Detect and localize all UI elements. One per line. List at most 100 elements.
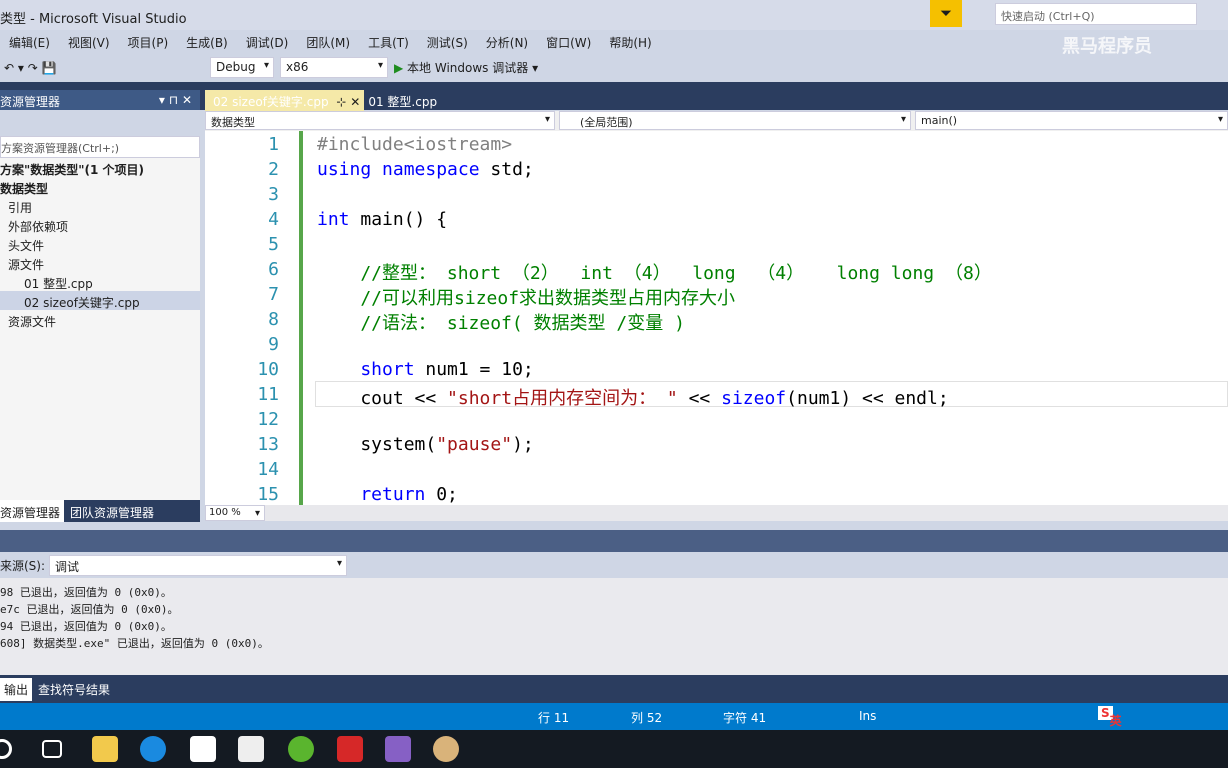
code-token: (num1) << endl; <box>786 388 949 409</box>
typora-icon[interactable] <box>238 736 264 762</box>
menu-item[interactable]: 团队(M) <box>297 30 359 52</box>
tree-item[interactable]: 外部依赖项 <box>0 215 200 234</box>
search-icon[interactable] <box>0 739 12 759</box>
solution-toolbar[interactable] <box>0 110 200 136</box>
code-token: "pause" <box>436 434 513 455</box>
menu-item[interactable]: 视图(V) <box>59 30 119 52</box>
paint-icon[interactable] <box>433 736 459 762</box>
code-line: #include<iostream> <box>317 134 512 155</box>
line-number: 4 <box>268 209 279 230</box>
toolbar-icons[interactable]: ↶ ▾ ↷ 💾 <box>4 61 204 75</box>
solution-search-input[interactable]: 方案资源管理器(Ctrl+;) <box>0 136 200 158</box>
navigation-bar: 数据类型 (全局范围) main() <box>205 111 1228 131</box>
line-number: 2 <box>268 159 279 180</box>
file-explorer-icon[interactable] <box>92 736 118 762</box>
code-line: //可以利用sizeof求出数据类型占用内存大小 <box>317 284 735 310</box>
code-token: sizeof <box>721 388 787 409</box>
menu-item[interactable]: 编辑(E) <box>0 30 59 52</box>
toolbar: ↶ ▾ ↷ 💾 Debug x86 ▶ 本地 Windows 调试器 ▾ <box>0 54 1228 81</box>
status-col: 列 52 <box>631 711 663 725</box>
tree-item[interactable]: 01 整型.cpp <box>0 272 200 291</box>
tab-solution[interactable]: 团队资源管理器 <box>70 500 156 522</box>
browser-icon[interactable] <box>140 736 166 762</box>
code-token: #include<iostream> <box>317 134 513 155</box>
close-icon[interactable]: ▾ ⊓ ✕ <box>159 93 200 107</box>
line-number: 14 <box>257 459 279 480</box>
solution-explorer: 资源管理器 ▾ ⊓ ✕ 方案资源管理器(Ctrl+;) 方案"数据类型"(1 个项… <box>0 90 200 522</box>
line-number: 3 <box>268 184 279 205</box>
output-line: e7c 已退出，返回值为 0 (0x0)。 <box>0 603 179 616</box>
tree-item[interactable]: 资源文件 <box>0 310 200 329</box>
output-source-select[interactable]: 调试 <box>49 554 348 576</box>
output-tabs: 输出 查找符号结果 <box>0 675 1228 703</box>
code-line: int main() { <box>317 209 447 230</box>
tree-item[interactable]: 02 sizeof关键字.cpp <box>0 291 200 310</box>
code-token: "short占用内存空间为： " <box>447 388 678 409</box>
tab-output[interactable]: 输出 <box>0 677 33 701</box>
line-number: 5 <box>268 234 279 255</box>
editor-tabs: 02 sizeof关键字.cpp ⊹ ✕ 01 整型.cpp <box>205 90 441 113</box>
menu-bar: 编辑(E) 视图(V) 项目(P) 生成(B) 调试(D) 团队(M) 工具(T) 测试(S)… <box>0 30 661 52</box>
line-number: 13 <box>257 434 279 455</box>
tree-item[interactable]: 源文件 <box>0 253 200 272</box>
solution-tabs: 资源管理器 团队资源管理器 <box>0 500 200 522</box>
app-icon[interactable] <box>190 736 216 762</box>
line-number: 6 <box>268 259 279 280</box>
menu-item[interactable]: 窗口(W) <box>537 30 600 52</box>
status-line: 行 11 <box>538 711 570 725</box>
scope-select[interactable]: (全局范围) <box>559 111 911 130</box>
tab-int[interactable]: 01 整型.cpp <box>364 90 441 113</box>
status-bar: 行 11 列 52 字符 41 Ins S 英 <box>0 703 1228 730</box>
output-line: 98 已退出，返回值为 0 (0x0)。 <box>0 586 172 599</box>
config-select[interactable]: Debug <box>210 57 274 78</box>
menu-item[interactable]: 帮助(H) <box>600 30 660 52</box>
code-token: //语法： sizeof( 数据类型 /变量 ) <box>317 313 685 334</box>
code-editor[interactable]: 1 #include<iostream> 2 using namespace std;… <box>205 131 1228 505</box>
horizontal-scrollbar[interactable]: 100 % <box>205 505 1228 521</box>
menu-item[interactable]: 项目(P) <box>119 30 178 52</box>
code-token: return <box>317 484 437 505</box>
code-line: using namespace std; <box>317 159 534 180</box>
change-margin <box>299 131 303 505</box>
line-number: 9 <box>268 334 279 355</box>
tree-item[interactable]: 数据类型 <box>0 177 200 196</box>
project-select[interactable]: 数据类型 <box>205 111 555 130</box>
platform-select[interactable]: x86 <box>280 57 388 78</box>
code-token: //整型： short （2） int （4） long （4） long lo… <box>317 263 992 284</box>
xmind-icon[interactable] <box>337 736 363 762</box>
filter-icon[interactable]: ⏷ <box>930 0 962 27</box>
code-line: cout << "short占用内存空间为： " << sizeof(num1)… <box>317 384 949 410</box>
title-bar: 类型 - Microsoft Visual Studio ⏷ 快速启动 (Ctr… <box>0 0 1228 30</box>
line-number: 11 <box>257 384 279 405</box>
app-green-icon[interactable] <box>288 736 314 762</box>
tab-output[interactable]: 查找符号结果 <box>34 678 114 701</box>
code-token: << <box>677 388 722 409</box>
tree-item[interactable]: 方案"数据类型"(1 个项目) <box>0 158 200 177</box>
status-char: 字符 41 <box>723 711 767 725</box>
window-title: 类型 - Microsoft Visual Studio <box>0 12 187 27</box>
menu-item[interactable]: 生成(B) <box>177 30 237 52</box>
tab-solution[interactable]: 资源管理器 <box>0 500 65 522</box>
menu-item[interactable]: 测试(S) <box>418 30 477 52</box>
code-token: num1 = 10; <box>425 359 534 380</box>
output-toolbar: 来源(S): 调试 <box>0 552 1228 578</box>
member-select[interactable]: main() <box>915 111 1228 130</box>
menu-item[interactable]: 工具(T) <box>359 30 418 52</box>
menu-item[interactable]: 分析(N) <box>477 30 537 52</box>
task-view-icon[interactable] <box>42 740 62 758</box>
zoom-select[interactable]: 100 % <box>205 505 265 521</box>
tree-item[interactable]: 头文件 <box>0 234 200 253</box>
visual-studio-icon[interactable] <box>385 736 411 762</box>
quick-launch-input[interactable]: 快速启动 (Ctrl+Q) <box>995 3 1197 25</box>
play-icon: ▶ <box>394 61 408 75</box>
code-token: //可以利用sizeof求出数据类型占用内存大小 <box>317 288 736 309</box>
code-line: //语法： sizeof( 数据类型 /变量 ) <box>317 309 685 335</box>
code-line: return 0; <box>317 484 458 505</box>
ime-icon[interactable]: S 英 <box>1098 706 1122 728</box>
tab-sizeof[interactable]: 02 sizeof关键字.cpp ⊹ ✕ <box>205 90 365 113</box>
status-mode: Ins <box>859 709 877 723</box>
menu-item[interactable]: 调试(D) <box>237 30 298 52</box>
tree-item[interactable]: 引用 <box>0 196 200 215</box>
run-button[interactable]: ▶ 本地 Windows 调试器 ▾ <box>394 59 538 76</box>
line-number: 1 <box>268 134 279 155</box>
